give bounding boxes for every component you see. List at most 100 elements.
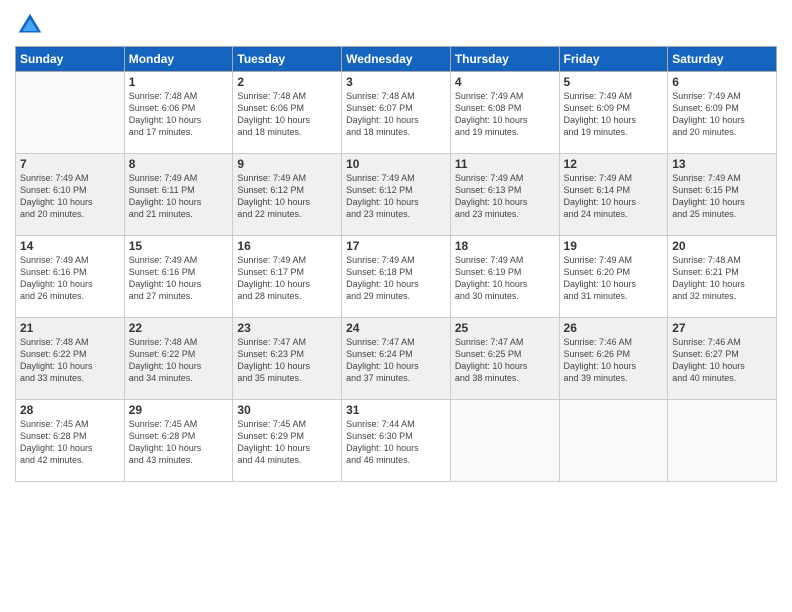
day-info: Sunrise: 7:45 AM Sunset: 6:28 PM Dayligh… (20, 418, 120, 467)
day-number: 20 (672, 239, 772, 253)
day-info: Sunrise: 7:49 AM Sunset: 6:19 PM Dayligh… (455, 254, 555, 303)
calendar-cell (559, 400, 668, 482)
day-number: 2 (237, 75, 337, 89)
calendar-cell: 15Sunrise: 7:49 AM Sunset: 6:16 PM Dayli… (124, 236, 233, 318)
calendar-cell: 26Sunrise: 7:46 AM Sunset: 6:26 PM Dayli… (559, 318, 668, 400)
day-info: Sunrise: 7:48 AM Sunset: 6:06 PM Dayligh… (237, 90, 337, 139)
calendar-cell: 9Sunrise: 7:49 AM Sunset: 6:12 PM Daylig… (233, 154, 342, 236)
day-number: 14 (20, 239, 120, 253)
day-number: 28 (20, 403, 120, 417)
day-number: 13 (672, 157, 772, 171)
day-number: 31 (346, 403, 446, 417)
day-number: 5 (564, 75, 664, 89)
day-number: 26 (564, 321, 664, 335)
week-row-5: 28Sunrise: 7:45 AM Sunset: 6:28 PM Dayli… (16, 400, 777, 482)
day-info: Sunrise: 7:47 AM Sunset: 6:23 PM Dayligh… (237, 336, 337, 385)
day-info: Sunrise: 7:45 AM Sunset: 6:28 PM Dayligh… (129, 418, 229, 467)
day-number: 3 (346, 75, 446, 89)
calendar-cell: 30Sunrise: 7:45 AM Sunset: 6:29 PM Dayli… (233, 400, 342, 482)
day-number: 18 (455, 239, 555, 253)
day-info: Sunrise: 7:48 AM Sunset: 6:22 PM Dayligh… (20, 336, 120, 385)
day-info: Sunrise: 7:48 AM Sunset: 6:07 PM Dayligh… (346, 90, 446, 139)
header (15, 10, 777, 40)
day-number: 16 (237, 239, 337, 253)
calendar-cell: 24Sunrise: 7:47 AM Sunset: 6:24 PM Dayli… (342, 318, 451, 400)
day-info: Sunrise: 7:49 AM Sunset: 6:16 PM Dayligh… (129, 254, 229, 303)
day-number: 21 (20, 321, 120, 335)
day-info: Sunrise: 7:49 AM Sunset: 6:09 PM Dayligh… (672, 90, 772, 139)
calendar-cell: 12Sunrise: 7:49 AM Sunset: 6:14 PM Dayli… (559, 154, 668, 236)
day-info: Sunrise: 7:49 AM Sunset: 6:14 PM Dayligh… (564, 172, 664, 221)
calendar-cell: 10Sunrise: 7:49 AM Sunset: 6:12 PM Dayli… (342, 154, 451, 236)
week-row-4: 21Sunrise: 7:48 AM Sunset: 6:22 PM Dayli… (16, 318, 777, 400)
day-number: 4 (455, 75, 555, 89)
day-info: Sunrise: 7:49 AM Sunset: 6:08 PM Dayligh… (455, 90, 555, 139)
weekday-header-wednesday: Wednesday (342, 47, 451, 72)
calendar-cell: 7Sunrise: 7:49 AM Sunset: 6:10 PM Daylig… (16, 154, 125, 236)
calendar-cell: 16Sunrise: 7:49 AM Sunset: 6:17 PM Dayli… (233, 236, 342, 318)
calendar-cell: 28Sunrise: 7:45 AM Sunset: 6:28 PM Dayli… (16, 400, 125, 482)
calendar-cell: 11Sunrise: 7:49 AM Sunset: 6:13 PM Dayli… (450, 154, 559, 236)
calendar-cell: 13Sunrise: 7:49 AM Sunset: 6:15 PM Dayli… (668, 154, 777, 236)
calendar-cell: 29Sunrise: 7:45 AM Sunset: 6:28 PM Dayli… (124, 400, 233, 482)
calendar-cell: 1Sunrise: 7:48 AM Sunset: 6:06 PM Daylig… (124, 72, 233, 154)
day-info: Sunrise: 7:49 AM Sunset: 6:18 PM Dayligh… (346, 254, 446, 303)
day-info: Sunrise: 7:49 AM Sunset: 6:12 PM Dayligh… (346, 172, 446, 221)
day-info: Sunrise: 7:49 AM Sunset: 6:11 PM Dayligh… (129, 172, 229, 221)
weekday-header-thursday: Thursday (450, 47, 559, 72)
calendar-cell: 25Sunrise: 7:47 AM Sunset: 6:25 PM Dayli… (450, 318, 559, 400)
calendar-cell: 8Sunrise: 7:49 AM Sunset: 6:11 PM Daylig… (124, 154, 233, 236)
day-number: 8 (129, 157, 229, 171)
day-number: 24 (346, 321, 446, 335)
calendar-cell: 27Sunrise: 7:46 AM Sunset: 6:27 PM Dayli… (668, 318, 777, 400)
week-row-2: 7Sunrise: 7:49 AM Sunset: 6:10 PM Daylig… (16, 154, 777, 236)
day-info: Sunrise: 7:49 AM Sunset: 6:13 PM Dayligh… (455, 172, 555, 221)
weekday-header-saturday: Saturday (668, 47, 777, 72)
day-info: Sunrise: 7:45 AM Sunset: 6:29 PM Dayligh… (237, 418, 337, 467)
calendar-cell: 20Sunrise: 7:48 AM Sunset: 6:21 PM Dayli… (668, 236, 777, 318)
weekday-header-tuesday: Tuesday (233, 47, 342, 72)
day-info: Sunrise: 7:49 AM Sunset: 6:17 PM Dayligh… (237, 254, 337, 303)
day-number: 6 (672, 75, 772, 89)
weekday-header-friday: Friday (559, 47, 668, 72)
day-info: Sunrise: 7:47 AM Sunset: 6:24 PM Dayligh… (346, 336, 446, 385)
day-info: Sunrise: 7:49 AM Sunset: 6:12 PM Dayligh… (237, 172, 337, 221)
day-number: 17 (346, 239, 446, 253)
week-row-1: 1 Sunrise: 7:48 AM Sunset: 6:06 PM Daylig… (16, 72, 777, 154)
week-row-3: 14 Sunrise: 7:49 AM Sunset: 6:16 PM Dayli… (16, 236, 777, 318)
day-info: Sunrise: 7:49 AM Sunset: 6:09 PM Dayligh… (564, 90, 664, 139)
calendar-cell (668, 400, 777, 482)
calendar-cell: 19Sunrise: 7:49 AM Sunset: 6:20 PM Dayli… (559, 236, 668, 318)
day-number: 10 (346, 157, 446, 171)
calendar-cell: 2Sunrise: 7:48 AM Sunset: 6:06 PM Daylig… (233, 72, 342, 154)
day-number: 22 (129, 321, 229, 335)
calendar-cell (450, 400, 559, 482)
day-number: 11 (455, 157, 555, 171)
day-info: Sunrise: 7:49 AM Sunset: 6:15 PM Dayligh… (672, 172, 772, 221)
day-number: 12 (564, 157, 664, 171)
page-container: SundayMondayTuesdayWednesdayThursdayFrid… (0, 0, 792, 487)
day-number: 25 (455, 321, 555, 335)
calendar-table: SundayMondayTuesdayWednesdayThursdayFrid… (15, 46, 777, 482)
weekday-header-row: SundayMondayTuesdayWednesdayThursdayFrid… (16, 47, 777, 72)
calendar-cell: 6Sunrise: 7:49 AM Sunset: 6:09 PM Daylig… (668, 72, 777, 154)
calendar-cell: 22Sunrise: 7:48 AM Sunset: 6:22 PM Dayli… (124, 318, 233, 400)
day-number: 9 (237, 157, 337, 171)
calendar-cell: 5Sunrise: 7:49 AM Sunset: 6:09 PM Daylig… (559, 72, 668, 154)
calendar-cell: 14Sunrise: 7:49 AM Sunset: 6:16 PM Dayli… (16, 236, 125, 318)
day-number: 30 (237, 403, 337, 417)
day-info: Sunrise: 7:46 AM Sunset: 6:26 PM Dayligh… (564, 336, 664, 385)
day-number: 15 (129, 239, 229, 253)
calendar-cell (16, 72, 125, 154)
day-number: 1 (129, 75, 229, 89)
logo-icon (15, 10, 45, 40)
calendar-cell: 17Sunrise: 7:49 AM Sunset: 6:18 PM Dayli… (342, 236, 451, 318)
calendar-cell: 18Sunrise: 7:49 AM Sunset: 6:19 PM Dayli… (450, 236, 559, 318)
logo (15, 10, 49, 40)
day-info: Sunrise: 7:48 AM Sunset: 6:21 PM Dayligh… (672, 254, 772, 303)
day-number: 23 (237, 321, 337, 335)
day-number: 27 (672, 321, 772, 335)
day-number: 29 (129, 403, 229, 417)
day-info: Sunrise: 7:49 AM Sunset: 6:10 PM Dayligh… (20, 172, 120, 221)
weekday-header-monday: Monday (124, 47, 233, 72)
